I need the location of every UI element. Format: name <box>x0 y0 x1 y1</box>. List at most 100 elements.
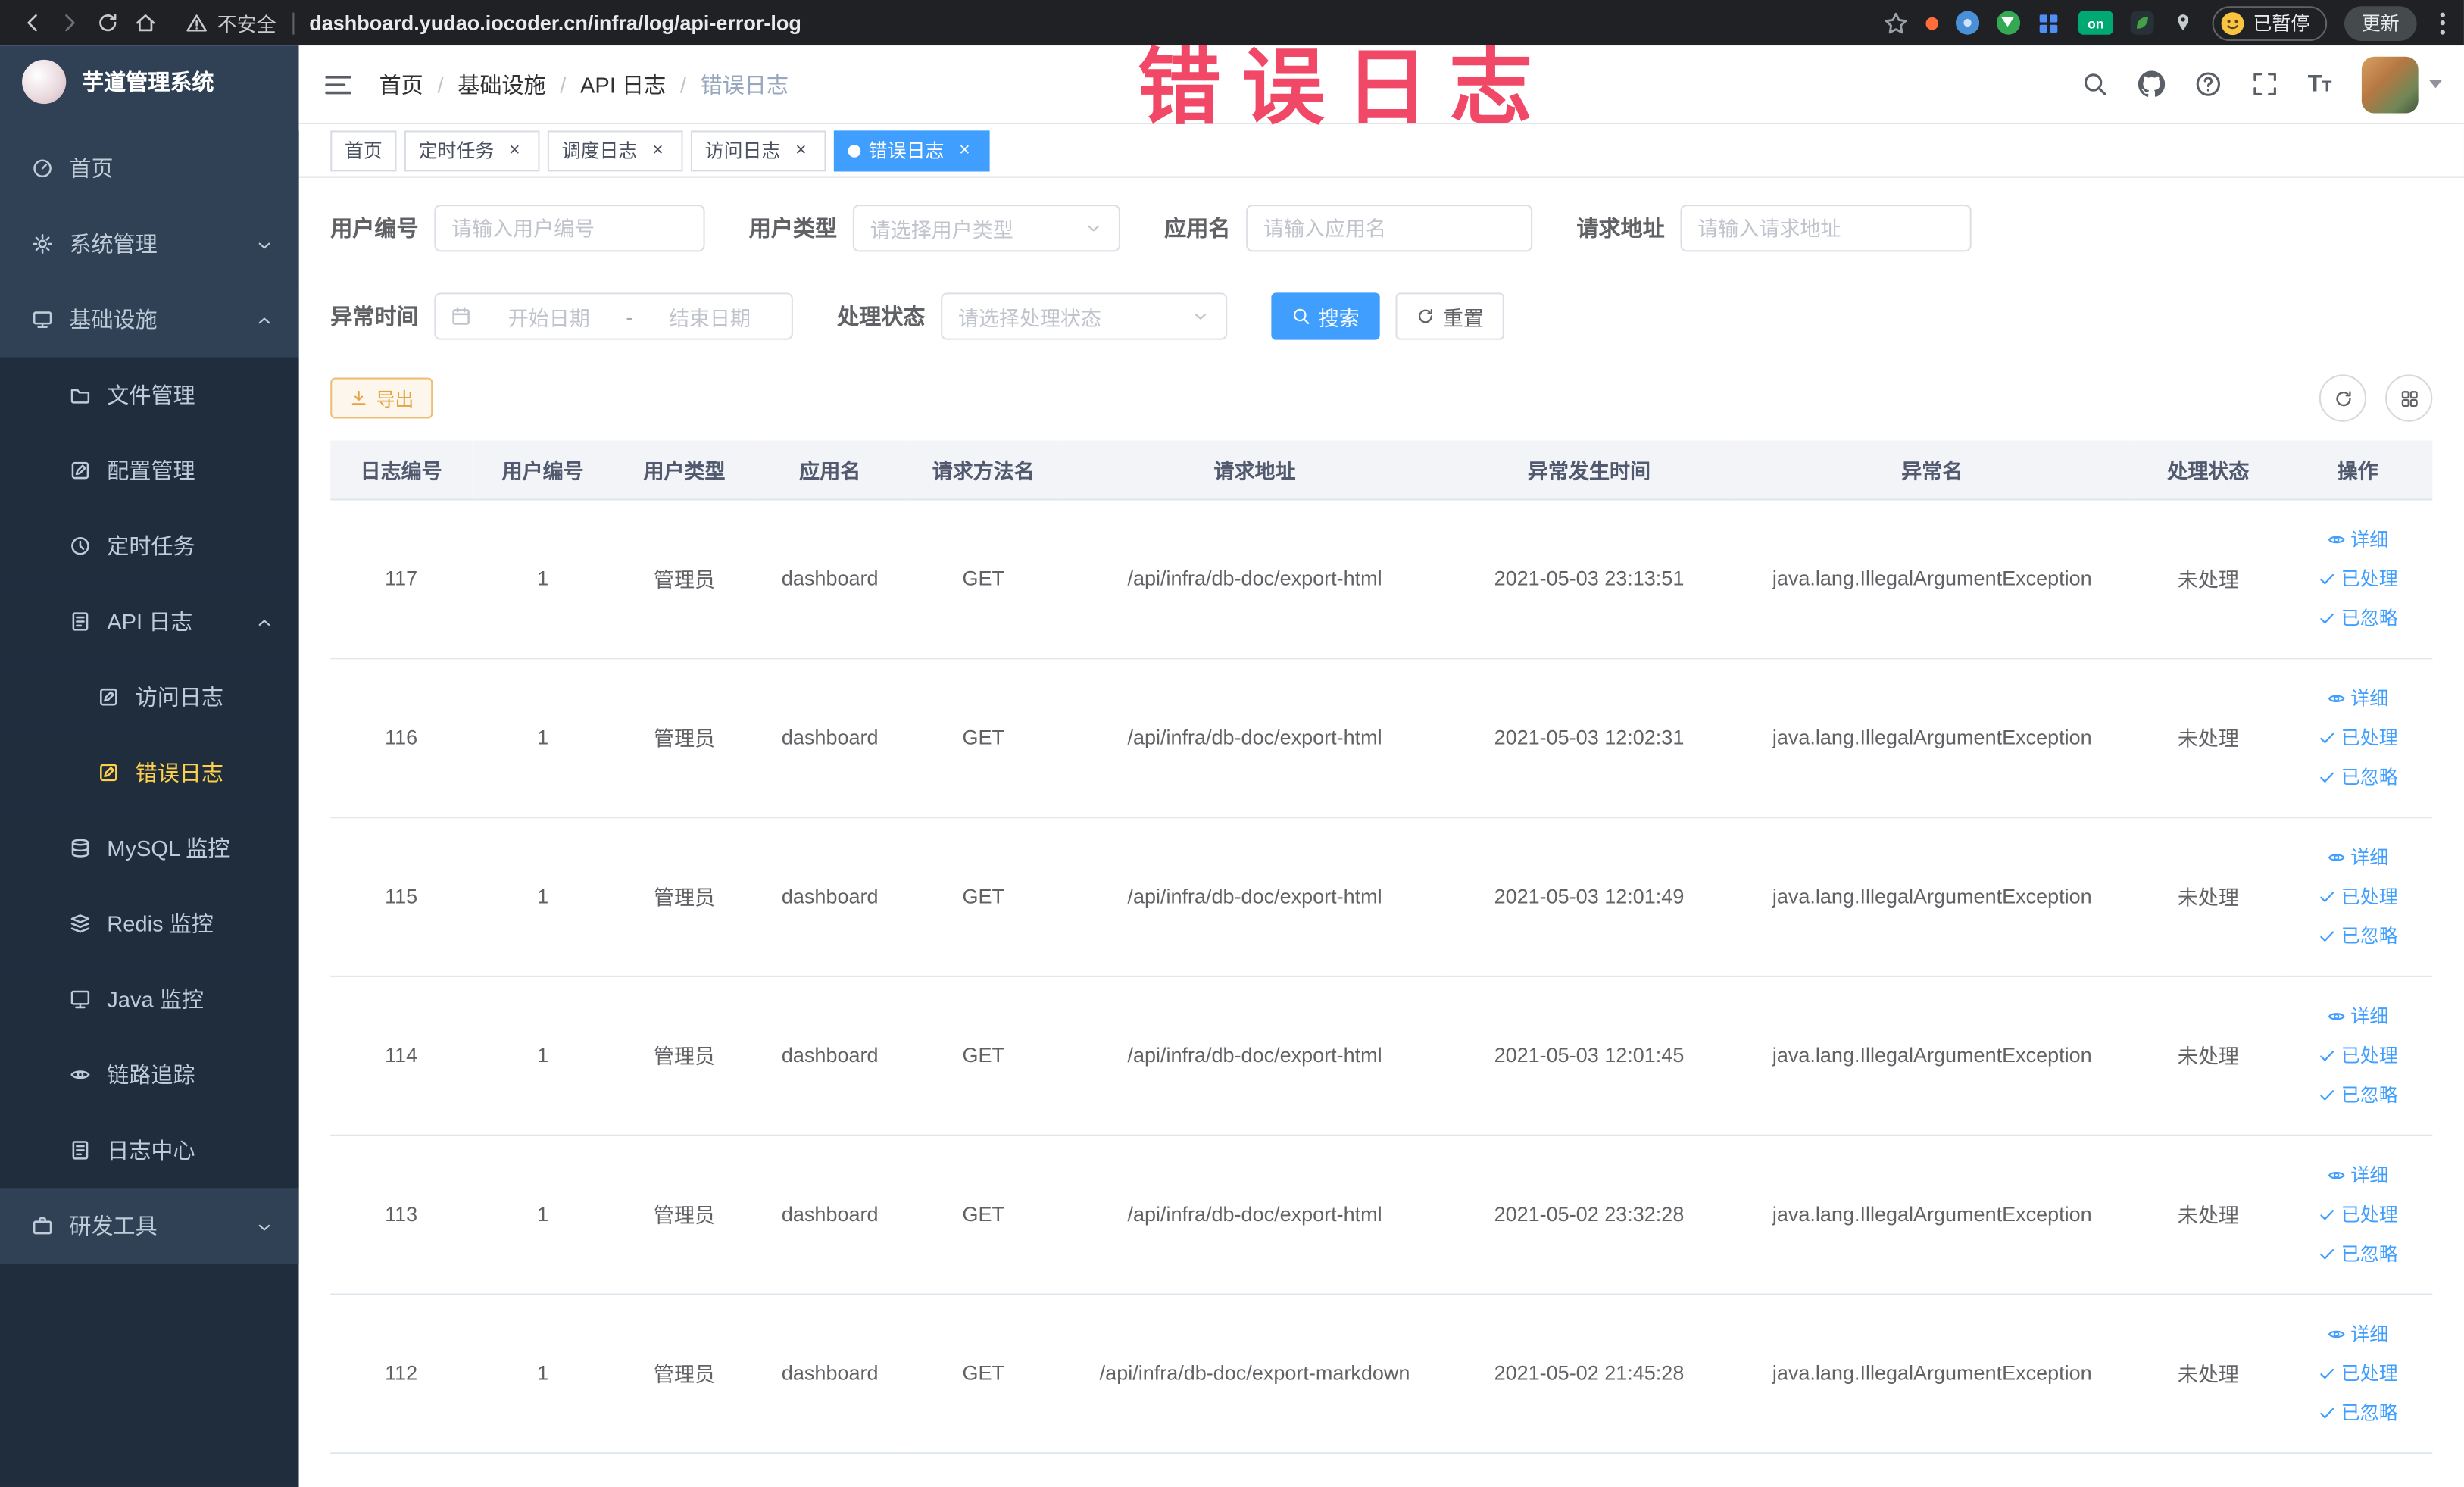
processed-link[interactable]: 已处理 <box>2318 883 2398 909</box>
eye-icon <box>2327 1165 2346 1184</box>
sidebar-item-Java-监控[interactable]: Java 监控 <box>0 961 299 1037</box>
sidebar-item-定时任务[interactable]: 定时任务 <box>0 508 299 584</box>
detail-link[interactable]: 详细 <box>2327 526 2388 552</box>
close-tab-icon[interactable]: × <box>790 139 812 161</box>
view-tab-定时任务[interactable]: 定时任务 × <box>404 130 540 171</box>
fullscreen-icon[interactable] <box>2251 70 2278 97</box>
sidebar-item-研发工具[interactable]: 研发工具 <box>0 1188 299 1264</box>
address-bar[interactable]: 不安全 dashboard.yudao.iocoder.cn/infra/log… <box>186 8 1864 37</box>
processed-link[interactable]: 已处理 <box>2318 1360 2398 1386</box>
filter-label: 用户类型 <box>748 215 838 241</box>
ignored-link[interactable]: 已忽略 <box>2318 1081 2398 1107</box>
detail-link[interactable]: 详细 <box>2327 685 2388 711</box>
request-url-input[interactable] <box>1680 205 1972 252</box>
bookmark-star-icon[interactable] <box>1883 11 1908 36</box>
process-status-select[interactable]: 请选择处理状态 <box>941 292 1228 340</box>
ignored-link[interactable]: 已忽略 <box>2318 763 2398 789</box>
close-tab-icon[interactable]: × <box>954 139 976 161</box>
browser-menu-icon[interactable] <box>2434 11 2451 34</box>
sidebar-item-配置管理[interactable]: 配置管理 <box>0 433 299 508</box>
sidebar-item-访问日志[interactable]: 访问日志 <box>0 659 299 736</box>
detail-link[interactable]: 详细 <box>2327 1161 2388 1188</box>
check-icon <box>2318 1045 2337 1064</box>
processed-link[interactable]: 已处理 <box>2318 724 2398 751</box>
sidebar-item-文件管理[interactable]: 文件管理 <box>0 357 299 433</box>
breadcrumb-item[interactable]: API 日志 <box>580 68 666 100</box>
sidebar-item-链路追踪[interactable]: 链路追踪 <box>0 1036 299 1113</box>
help-icon[interactable] <box>2194 70 2221 97</box>
home-icon[interactable] <box>126 4 164 42</box>
reload-icon[interactable] <box>88 4 126 42</box>
close-tab-icon[interactable]: × <box>504 139 526 161</box>
sidebar-item-错误日志[interactable]: 错误日志 <box>0 735 299 811</box>
sidebar-item-日志中心[interactable]: 日志中心 <box>0 1112 299 1189</box>
url-text[interactable]: dashboard.yudao.iocoder.cn/infra/log/api… <box>309 11 801 35</box>
sidebar-item-Redis-监控[interactable]: Redis 监控 <box>0 886 299 962</box>
processed-link[interactable]: 已处理 <box>2318 565 2398 592</box>
breadcrumb-item: 错误日志 <box>700 71 789 97</box>
sidebar-toggle-icon[interactable] <box>323 68 354 100</box>
ignored-link[interactable]: 已忽略 <box>2318 604 2398 631</box>
extension-pin-icon[interactable] <box>2171 11 2194 35</box>
user-type-select[interactable]: 请选择用户类型 <box>852 205 1120 252</box>
search-icon[interactable] <box>2081 70 2108 97</box>
ignored-link[interactable]: 已忽略 <box>2318 1399 2398 1426</box>
navbar-actions: TT <box>2081 55 2442 113</box>
cell-status: 未处理 <box>2133 1134 2284 1295</box>
detail-link[interactable]: 详细 <box>2327 843 2388 870</box>
sidebar-item-API-日志[interactable]: API 日志 <box>0 583 299 660</box>
refresh-button[interactable] <box>2319 374 2367 422</box>
cell-actions: 详细 已处理 已忽略 <box>2283 498 2433 659</box>
extension-on-badge[interactable]: on <box>2078 11 2113 35</box>
error-log-table: 日志编号 用户编号 用户类型 应用名 请求方法名 请求地址 异常发生时间 异常名 处理状态 操作 … <box>330 440 2433 1454</box>
detail-link[interactable]: 详细 <box>2327 1320 2388 1347</box>
view-tab-访问日志[interactable]: 访问日志 × <box>690 130 826 171</box>
date-range-picker[interactable]: 开始日期 - 结束日期 <box>434 292 793 340</box>
search-button[interactable]: 搜索 <box>1271 292 1380 340</box>
extension-icon[interactable] <box>2038 11 2061 35</box>
app-name-input[interactable] <box>1246 205 1533 252</box>
sidebar-item-基础设施[interactable]: 基础设施 <box>0 281 299 358</box>
sidebar-item-MySQL-监控[interactable]: MySQL 监控 <box>0 810 299 886</box>
breadcrumb-item[interactable]: 首页 <box>379 68 423 100</box>
processed-link[interactable]: 已处理 <box>2318 1201 2398 1227</box>
tabs-bar: 首页 定时任务 × 调度日志 × 访问日志 × 错误日志 × <box>298 124 2464 178</box>
extension-icon[interactable] <box>1925 16 1939 30</box>
breadcrumb-item[interactable]: 基础设施 <box>458 68 545 100</box>
cell-user-id: 1 <box>472 975 614 1136</box>
column-settings-button[interactable] <box>2385 374 2433 422</box>
ignored-link[interactable]: 已忽略 <box>2318 1240 2398 1267</box>
view-tab-首页[interactable]: 首页 <box>330 130 397 171</box>
extension-icon[interactable] <box>2130 11 2154 35</box>
cell-exception-time: 2021-05-02 23:32:28 <box>1447 1134 1731 1295</box>
app-logo[interactable]: 芋道管理系统 <box>0 45 299 118</box>
close-tab-icon[interactable]: × <box>647 139 669 161</box>
gear-icon <box>32 233 54 255</box>
user-id-input[interactable] <box>434 205 705 252</box>
view-tab-调度日志[interactable]: 调度日志 × <box>547 130 683 171</box>
dashboard-icon <box>32 158 54 180</box>
detail-link[interactable]: 详细 <box>2327 1002 2388 1029</box>
avatar[interactable] <box>2361 55 2419 113</box>
sidebar-item-系统管理[interactable]: 系统管理 <box>0 206 299 282</box>
cell-exception-name: java.lang.IllegalArgumentException <box>1730 975 2134 1136</box>
reset-button[interactable]: 重置 <box>1395 292 1504 340</box>
forward-icon[interactable] <box>50 4 88 42</box>
paused-button[interactable]: 已暂停 <box>2212 5 2328 40</box>
view-tab-错误日志[interactable]: 错误日志 × <box>834 130 990 171</box>
extension-icon[interactable] <box>1955 11 1980 35</box>
update-button[interactable]: 更新 <box>2344 5 2417 40</box>
eye-icon <box>2327 848 2346 867</box>
folder-icon <box>69 384 91 406</box>
processed-link[interactable]: 已处理 <box>2318 1042 2398 1068</box>
font-size-icon[interactable]: TT <box>2308 73 2332 96</box>
extension-icon[interactable] <box>1996 11 2021 35</box>
cell-app-name: dashboard <box>755 498 905 659</box>
sidebar-item-首页[interactable]: 首页 <box>0 130 299 207</box>
github-icon[interactable] <box>2138 70 2165 97</box>
divider <box>292 11 294 34</box>
user-menu[interactable] <box>2361 55 2442 113</box>
back-icon[interactable] <box>13 4 51 42</box>
ignored-link[interactable]: 已忽略 <box>2318 922 2398 948</box>
export-button[interactable]: 导出 <box>330 377 433 419</box>
